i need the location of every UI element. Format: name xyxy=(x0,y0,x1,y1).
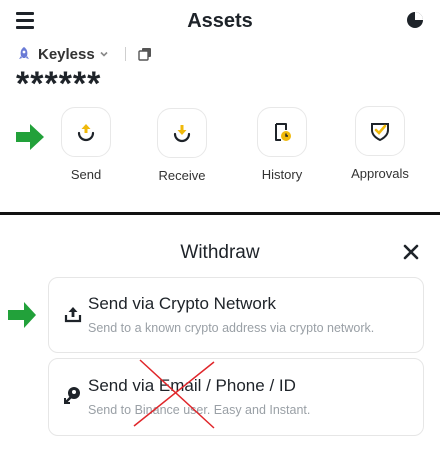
upload-circle-icon xyxy=(77,124,95,142)
copy-icon[interactable] xyxy=(138,47,152,61)
page-title: Assets xyxy=(187,10,253,32)
rocket-icon xyxy=(19,47,29,59)
pie-chart-icon[interactable] xyxy=(406,11,424,29)
send-via-crypto-network-option[interactable]: Send via Crypto Network Send to a known … xyxy=(48,277,424,353)
send-action-button[interactable]: Send xyxy=(41,107,131,182)
history-action-button[interactable]: History xyxy=(237,107,327,182)
receive-action-button[interactable]: Receive xyxy=(137,108,227,183)
download-circle-icon xyxy=(173,125,191,143)
red-cross-mark-icon xyxy=(133,359,215,429)
user-send-icon xyxy=(64,387,80,404)
send-label: Send xyxy=(70,167,102,182)
account-selector[interactable]: Keyless xyxy=(16,44,152,64)
close-icon[interactable] xyxy=(402,243,420,261)
history-clock-icon xyxy=(275,123,291,141)
account-name: Keyless xyxy=(38,45,95,63)
approvals-action-button[interactable]: Approvals xyxy=(335,106,425,181)
option-title: Send via Crypto Network xyxy=(88,294,277,313)
balance-masked: ****** xyxy=(16,65,102,103)
upload-icon xyxy=(64,307,82,323)
send-via-email-phone-id-option[interactable]: Send via Email / Phone / ID Send to Bina… xyxy=(48,358,424,436)
option-description: Send to a known crypto address via crypt… xyxy=(88,321,375,335)
green-arrow-icon xyxy=(8,302,36,328)
section-divider xyxy=(0,212,440,215)
approvals-label: Approvals xyxy=(351,166,409,181)
shield-check-icon xyxy=(371,123,389,142)
divider xyxy=(124,47,126,61)
withdraw-title: Withdraw xyxy=(180,242,260,263)
receive-label: Receive xyxy=(158,168,206,183)
history-label: History xyxy=(261,167,303,182)
chevron-down-icon xyxy=(100,51,108,57)
